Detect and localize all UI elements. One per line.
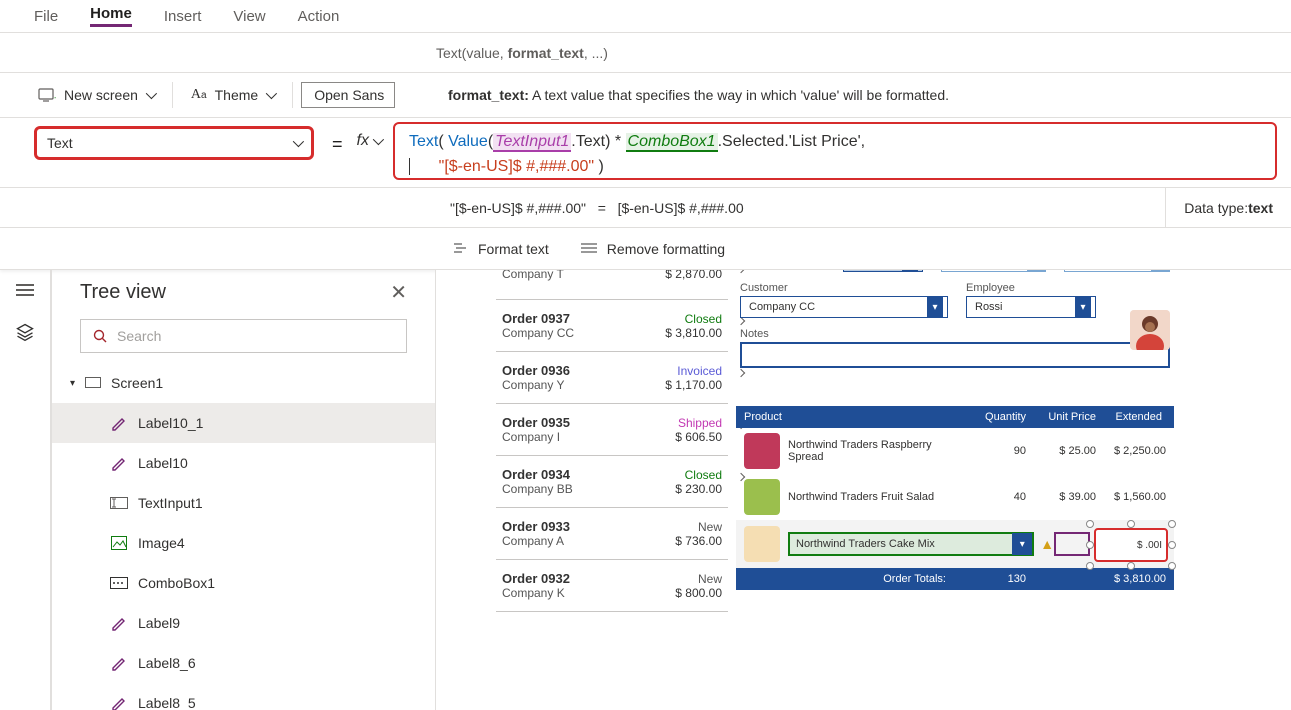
product-combobox[interactable]: Northwind Traders Cake Mix▾: [788, 532, 1034, 556]
theme-label: Theme: [215, 87, 259, 103]
tree-view-title: Tree view: [80, 281, 166, 304]
notes-input[interactable]: [740, 342, 1170, 368]
order-gallery-item[interactable]: Order 0937Company CCClosed$ 3,810.00: [496, 300, 728, 352]
format-text-label: Format text: [478, 241, 549, 257]
quantity-input[interactable]: [1054, 532, 1090, 556]
order-gallery-item[interactable]: Order 0935Company IShipped$ 606.50: [496, 404, 728, 456]
svg-text:+: +: [54, 93, 56, 102]
eval-rhs: [$-en-US]$ #,###.00: [618, 200, 744, 216]
paid-date-picker[interactable]: 6/4/2006: [1064, 270, 1170, 272]
new-screen-label: New screen: [64, 87, 138, 103]
remove-formatting-label: Remove formatting: [607, 241, 725, 257]
format-text-button[interactable]: Format text: [436, 241, 565, 257]
layers-icon[interactable]: [15, 322, 35, 342]
format-toolbar: Format text Remove formatting: [0, 228, 1291, 270]
order-gallery[interactable]: Company T$ 2,870.00Order 0937Company CCC…: [496, 270, 728, 612]
warning-icon: ▲: [1040, 536, 1054, 552]
tree-item[interactable]: TextInput1: [52, 483, 435, 523]
property-selector[interactable]: Text: [34, 126, 314, 160]
formula-editor[interactable]: Text( Value(TextInput1.Text) * ComboBox1…: [393, 122, 1277, 180]
hamburger-icon[interactable]: [16, 284, 34, 296]
customer-label: Customer: [740, 282, 948, 294]
order-gallery-item[interactable]: Order 0936Company YInvoiced$ 1,170.00: [496, 352, 728, 404]
tree-item[interactable]: Label8_6: [52, 643, 435, 683]
employee-avatar: [1130, 310, 1170, 350]
tree-item[interactable]: Label10_1: [52, 403, 435, 443]
order-gallery-item[interactable]: Order 0934Company BBClosed$ 230.00: [496, 456, 728, 508]
left-rail: [0, 270, 52, 710]
tree-root[interactable]: ▾Screen1: [52, 363, 435, 403]
info-desc: A text value that specifies the way in w…: [529, 87, 949, 103]
eval-eq: =: [598, 200, 606, 216]
remove-formatting-button[interactable]: Remove formatting: [565, 241, 741, 257]
tree-item[interactable]: ComboBox1: [52, 563, 435, 603]
chevron-down-icon: [146, 88, 157, 99]
sig-active: format_text: [508, 45, 584, 61]
order-form: 0937 Closed ▾ 6/4/2006 6/4/2006: [740, 270, 1170, 378]
tree-view-panel: Tree view ✕ Search ▾Screen1Label10_1Labe…: [52, 270, 436, 710]
calendar-icon: [1027, 270, 1045, 271]
customer-dropdown[interactable]: Company CC▾: [740, 296, 948, 318]
tree-search-input[interactable]: Search: [80, 319, 407, 353]
menu-bar: File Home Insert View Action: [0, 0, 1291, 33]
eval-lhs: "[$-en-US]$ #,###.00": [450, 200, 586, 216]
order-gallery-item[interactable]: Company T$ 2,870.00: [496, 270, 728, 300]
menu-action[interactable]: Action: [298, 8, 340, 25]
product-table-footer: Order Totals: 130 $ 3,810.00: [736, 568, 1174, 590]
search-icon: [93, 329, 107, 343]
equals-sign: =: [332, 134, 343, 155]
calendar-icon: [1151, 270, 1169, 271]
status-dropdown[interactable]: Closed ▾: [843, 270, 923, 272]
sig-suffix: , ...): [584, 45, 608, 61]
employee-label: Employee: [966, 282, 1096, 294]
close-icon[interactable]: ✕: [390, 280, 407, 305]
formula-bar: Text = fx Text( Value(TextInput1.Text) *…: [0, 118, 1291, 188]
chevron-down-icon: [373, 134, 384, 145]
search-placeholder: Search: [117, 328, 161, 344]
product-table-header: Product Quantity Unit Price Extended: [736, 406, 1174, 428]
tree-item[interactable]: Image4: [52, 523, 435, 563]
formula-signature-bar: Text(value, format_text, ...): [0, 33, 1291, 73]
product-table: Product Quantity Unit Price Extended Nor…: [736, 406, 1174, 590]
order-number: 0937: [740, 270, 825, 272]
font-selector[interactable]: Open Sans: [301, 82, 395, 108]
notes-label: Notes: [740, 328, 1170, 340]
chevron-down-icon: [293, 136, 304, 147]
menu-view[interactable]: View: [233, 8, 265, 25]
tree-item[interactable]: Label9: [52, 603, 435, 643]
order-gallery-item[interactable]: Order 0932Company KNew$ 800.00: [496, 560, 728, 612]
menu-file[interactable]: File: [34, 8, 58, 25]
order-date-picker[interactable]: 6/4/2006: [941, 270, 1047, 272]
product-edit-row: Northwind Traders Cake Mix▾ ▲ ▲ $ 15.99 …: [736, 520, 1174, 568]
info-param: format_text:: [448, 87, 529, 103]
product-row: Northwind Traders Raspberry Spread90$ 25…: [736, 428, 1174, 474]
order-gallery-item[interactable]: Order 0933Company ANew$ 736.00: [496, 508, 728, 560]
new-screen-button[interactable]: + New screen: [28, 81, 164, 109]
tree-item[interactable]: Label8_5: [52, 683, 435, 710]
data-type-label: Data type: text: [1165, 188, 1291, 227]
sig-prefix: Text(value,: [436, 45, 508, 61]
product-row: Northwind Traders Fruit Salad40$ 39.00$ …: [736, 474, 1174, 520]
formula-result-bar: "[$-en-US]$ #,###.00" = [$-en-US]$ #,###…: [0, 188, 1291, 228]
tree-item[interactable]: Label10: [52, 443, 435, 483]
menu-home[interactable]: Home: [90, 5, 132, 27]
theme-button[interactable]: Aa Theme: [181, 81, 284, 109]
font-name: Open Sans: [314, 87, 384, 103]
menu-insert[interactable]: Insert: [164, 8, 202, 25]
extended-price-selected[interactable]: $ .00I: [1094, 528, 1168, 562]
canvas[interactable]: Company T$ 2,870.00Order 0937Company CCC…: [436, 270, 1291, 710]
property-name: Text: [47, 135, 73, 151]
employee-dropdown[interactable]: Rossi▾: [966, 296, 1096, 318]
chevron-down-icon: [266, 88, 277, 99]
fx-button[interactable]: fx: [357, 132, 381, 150]
ribbon: + New screen Aa Theme Open Sans format_t…: [0, 73, 1291, 118]
product-thumb: [744, 526, 780, 562]
